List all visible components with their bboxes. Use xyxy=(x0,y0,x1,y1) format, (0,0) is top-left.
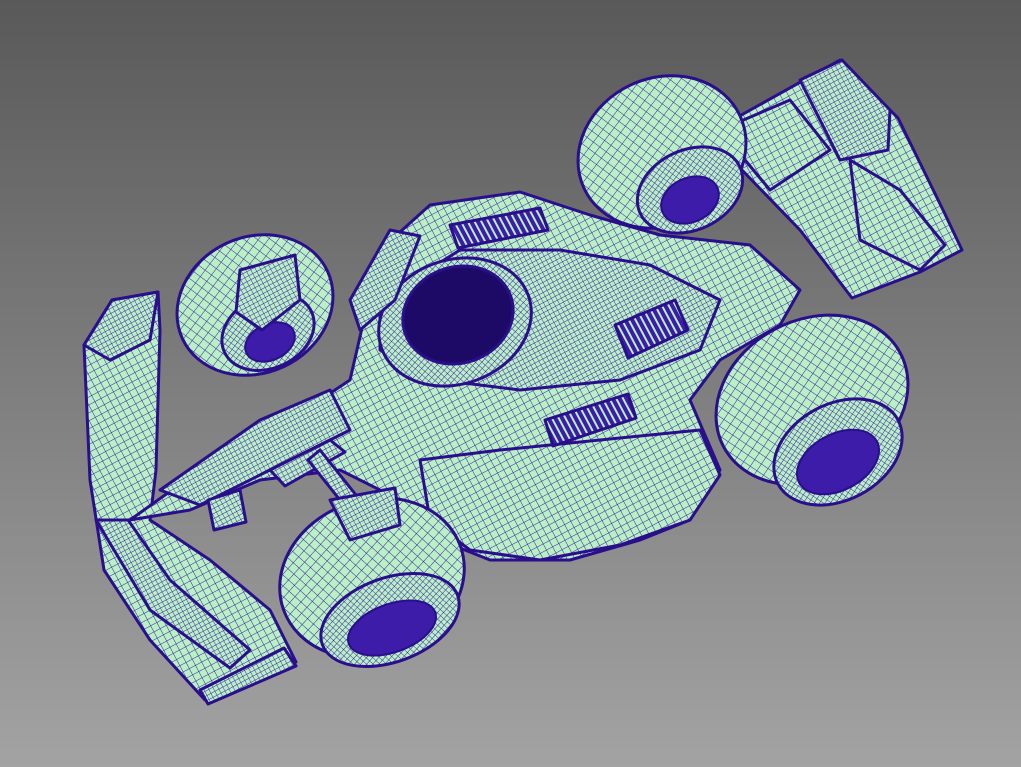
3d-viewport[interactable] xyxy=(0,0,1021,767)
mesh-render xyxy=(0,0,1021,767)
